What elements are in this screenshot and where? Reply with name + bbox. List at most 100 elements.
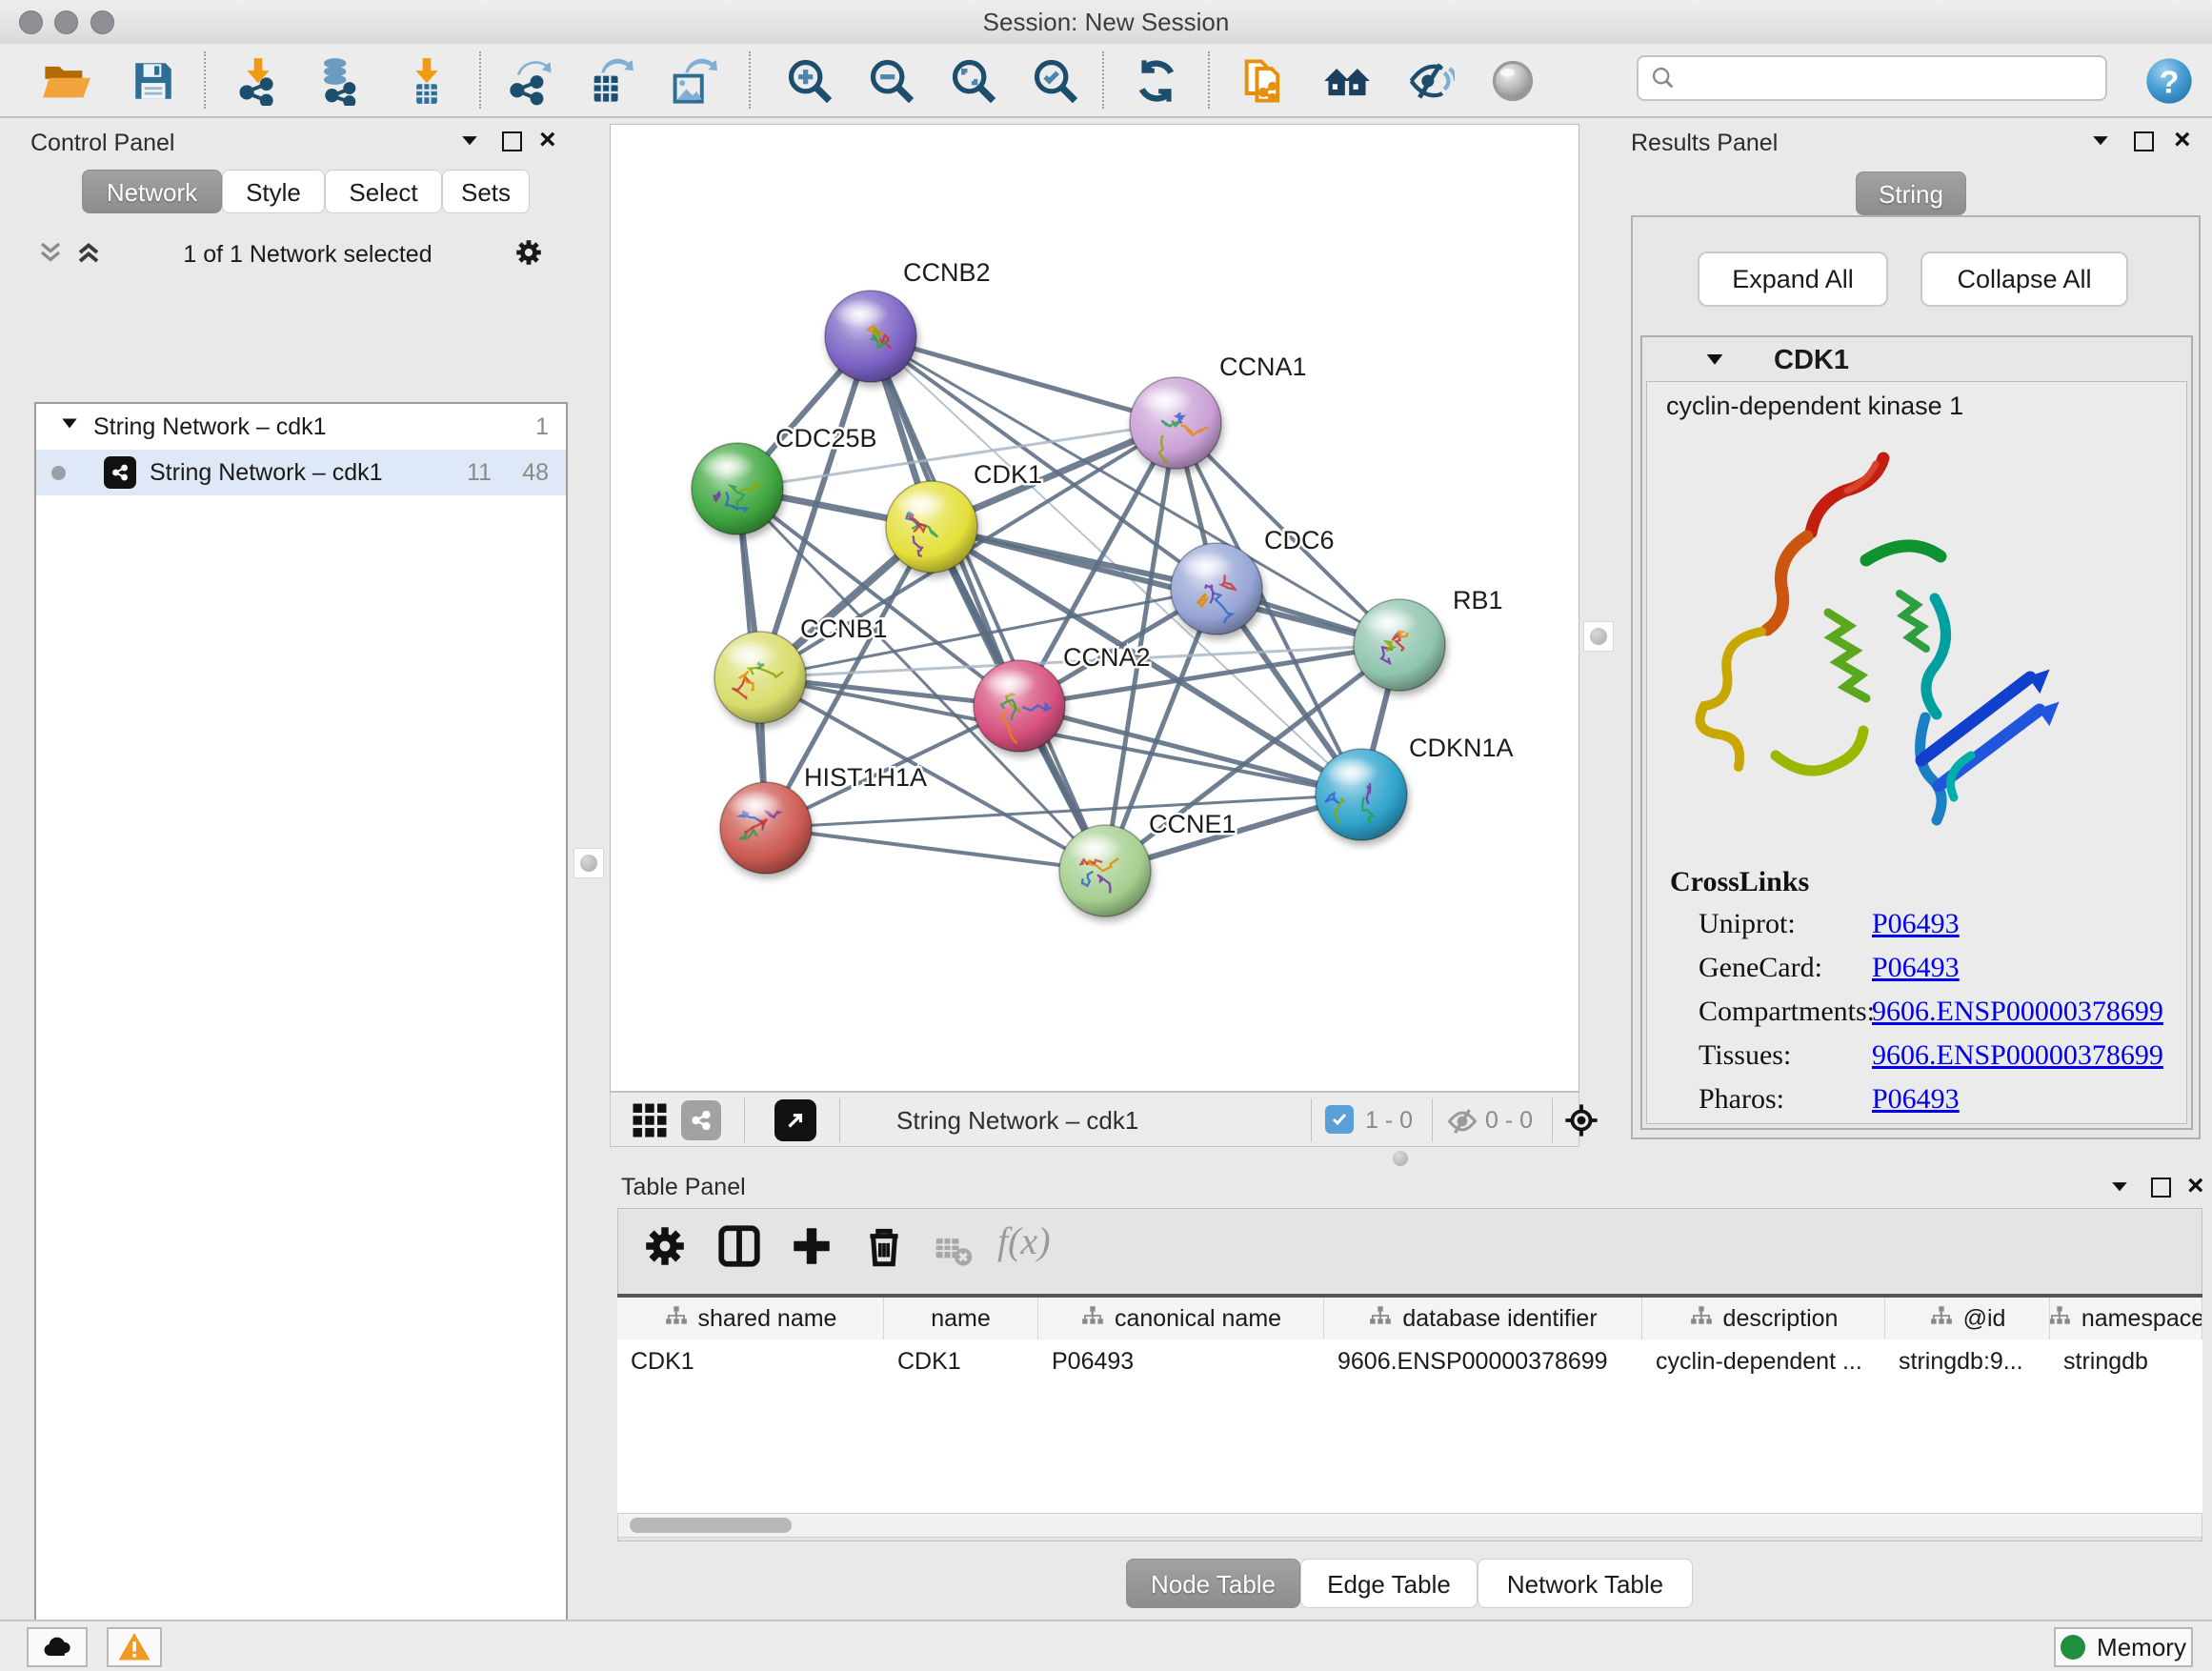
disclosure-triangle-icon[interactable] (59, 413, 80, 441)
control-panel-close-icon[interactable]: × (539, 128, 556, 152)
network-node-CCNB1[interactable] (714, 632, 806, 723)
table-cell[interactable]: CDK1 (884, 1348, 1038, 1376)
tab-sets[interactable]: Sets (442, 170, 530, 213)
memory-status-dot-icon (2061, 1635, 2085, 1660)
horizontal-splitter-handle[interactable] (1393, 1151, 1408, 1166)
crosslink-value[interactable]: 9606.ENSP00000378699 (1872, 1039, 2163, 1072)
birds-eye-view-icon[interactable] (774, 1099, 816, 1141)
network-node-CDC25B[interactable] (692, 443, 783, 534)
tab-edge-table[interactable]: Edge Table (1300, 1559, 1478, 1608)
right-splitter-handle[interactable] (1583, 621, 1614, 652)
table-cell[interactable]: stringdb (2050, 1348, 2202, 1376)
hide-selected-icon[interactable] (1402, 53, 1458, 109)
table-options-gear-icon[interactable] (641, 1222, 689, 1275)
gene-disclosure-icon[interactable] (1703, 349, 1726, 376)
tab-string[interactable]: String (1856, 171, 1966, 215)
warning-status-button[interactable] (107, 1627, 162, 1667)
export-network-icon[interactable] (503, 53, 558, 109)
crosslink-value[interactable]: 9606.ENSP00000378699 (1872, 996, 2163, 1028)
column-header-database-identifier[interactable]: database identifier (1324, 1298, 1642, 1339)
table-panel-collapse-icon[interactable] (2107, 1174, 2132, 1203)
search-box[interactable] (1637, 55, 2107, 101)
network-canvas[interactable]: CCNB2CCNA1CDC25BCDK1CDC6RB1CCNB1CCNA2CDK… (610, 124, 1579, 1092)
network-node-RB1[interactable] (1354, 599, 1445, 691)
export-table-icon[interactable] (583, 53, 638, 109)
table-cell[interactable]: stringdb:9... (1885, 1348, 2050, 1376)
table-cell[interactable]: 9606.ENSP00000378699 (1324, 1348, 1642, 1376)
network-options-gear-icon[interactable] (513, 236, 545, 273)
table-horizontal-scrollbar[interactable] (617, 1513, 2202, 1538)
column-header-namespace[interactable]: namespace (2050, 1298, 2202, 1339)
tab-network-table[interactable]: Network Table (1478, 1559, 1693, 1608)
column-header-name[interactable]: name (884, 1298, 1038, 1339)
hidden-eye-icon[interactable] (1445, 1104, 1479, 1143)
zoom-selected-icon[interactable] (1028, 53, 1083, 109)
save-session-icon[interactable] (126, 53, 181, 109)
tab-select[interactable]: Select (325, 170, 442, 213)
help-icon[interactable]: ? (2142, 53, 2197, 109)
network-node-CDKN1A[interactable] (1316, 749, 1407, 840)
home-icon[interactable] (1319, 53, 1375, 109)
collapse-all-button[interactable]: Collapse All (1920, 252, 2128, 307)
table-panel-close-icon[interactable]: × (2187, 1174, 2204, 1198)
memory-button[interactable]: Memory (2054, 1627, 2193, 1667)
table-panel-float-icon[interactable] (2151, 1178, 2171, 1198)
crosslink-value[interactable]: P06493 (1872, 952, 1960, 984)
collapse-all-networks-icon[interactable] (36, 238, 65, 272)
control-panel-collapse-icon[interactable] (457, 128, 482, 157)
results-panel-float-icon[interactable] (2134, 131, 2154, 151)
zoom-in-icon[interactable] (782, 53, 837, 109)
import-network-database-icon[interactable] (312, 53, 367, 109)
table-row[interactable]: CDK1CDK1P064939606.ENSP00000378699cyclin… (617, 1339, 2202, 1383)
network-collection-row[interactable]: String Network – cdk1 1 (36, 404, 566, 450)
selected-checkbox-icon[interactable] (1325, 1105, 1354, 1134)
network-node-CCNE1[interactable] (1059, 825, 1151, 916)
network-node-HIST1H1A[interactable] (720, 782, 812, 874)
expand-all-button[interactable]: Expand All (1698, 252, 1888, 307)
scrollbar-thumb[interactable] (630, 1518, 792, 1533)
column-header-@id[interactable]: @id (1885, 1298, 2050, 1339)
tab-network[interactable]: Network (82, 170, 222, 213)
table-cell[interactable]: cyclin-dependent ... (1642, 1348, 1885, 1376)
left-splitter-handle[interactable] (573, 848, 604, 878)
zoom-fit-content-icon[interactable] (946, 53, 1001, 109)
network-node-CDK1[interactable] (886, 481, 977, 573)
results-panel-collapse-icon[interactable] (2088, 128, 2113, 157)
zoom-out-icon[interactable] (864, 53, 919, 109)
network-mode-icon[interactable] (681, 1100, 721, 1140)
grid-mode-icon[interactable] (630, 1100, 670, 1145)
results-panel-close-icon[interactable]: × (2174, 128, 2191, 152)
open-session-icon[interactable] (38, 53, 93, 109)
apply-preferred-layout-icon[interactable] (1129, 53, 1184, 109)
column-header-description[interactable]: description (1642, 1298, 1885, 1339)
fit-selected-crosshair-icon[interactable] (1563, 1102, 1599, 1143)
control-panel-float-icon[interactable] (502, 131, 522, 151)
column-header-shared-name[interactable]: shared name (617, 1298, 884, 1339)
graphics-details-icon[interactable] (1485, 53, 1540, 109)
table-cell[interactable]: CDK1 (617, 1348, 884, 1376)
crosslink-value[interactable]: P06493 (1872, 1083, 1960, 1116)
delete-column-icon[interactable] (860, 1222, 908, 1275)
export-image-icon[interactable] (665, 53, 720, 109)
network-node-CCNA2[interactable] (974, 660, 1065, 752)
expand-all-networks-icon[interactable] (74, 238, 103, 272)
add-column-icon[interactable] (788, 1222, 835, 1275)
network-graph[interactable]: CCNB2CCNA1CDC25BCDK1CDC6RB1CCNB1CCNA2CDK… (611, 125, 1579, 1091)
collection-count: 1 (535, 413, 549, 441)
show-columns-icon[interactable] (715, 1222, 763, 1275)
cybrowser-icon[interactable] (1236, 53, 1291, 109)
network-node-CCNA1[interactable] (1130, 377, 1221, 469)
tab-style[interactable]: Style (222, 170, 325, 213)
import-network-file-icon[interactable] (231, 53, 286, 109)
network-node-CCNB2[interactable] (825, 291, 916, 382)
network-node-CDC6[interactable] (1171, 543, 1262, 634)
table-cell[interactable]: P06493 (1038, 1348, 1324, 1376)
tab-node-table[interactable]: Node Table (1126, 1559, 1300, 1608)
import-table-file-icon[interactable] (399, 53, 454, 109)
column-header-canonical-name[interactable]: canonical name (1038, 1298, 1324, 1339)
search-input[interactable] (1677, 64, 2105, 92)
network-edge-HIST1H1A-CCNE1[interactable] (766, 828, 1105, 871)
cloud-status-button[interactable] (27, 1627, 88, 1667)
crosslink-value[interactable]: P06493 (1872, 908, 1960, 940)
network-row[interactable]: String Network – cdk1 11 48 (36, 450, 566, 495)
